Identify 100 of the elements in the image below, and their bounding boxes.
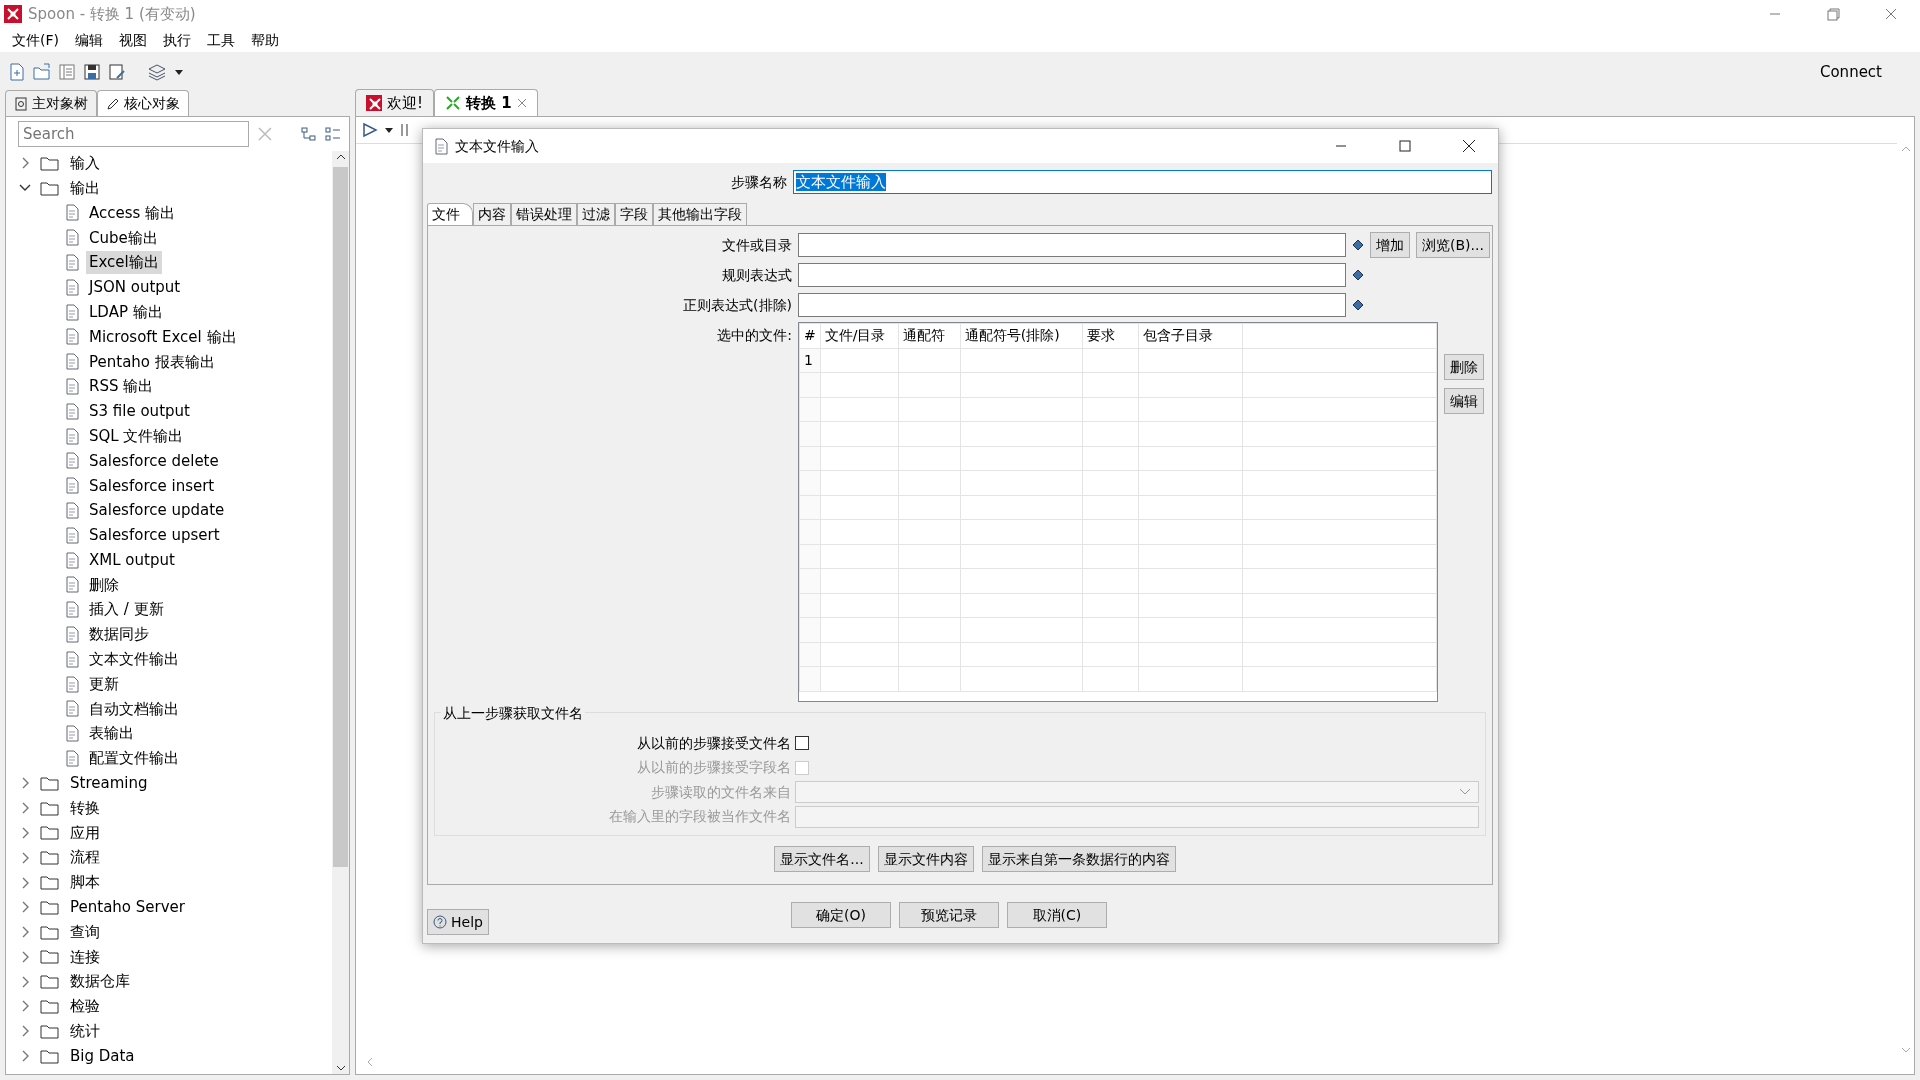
tree-item[interactable]: Big Data — [67, 1044, 138, 1068]
save-icon[interactable] — [83, 63, 101, 81]
menu-item[interactable]: 视图 — [111, 29, 155, 51]
tree-item[interactable]: 转换 — [67, 796, 103, 820]
search-field[interactable]: Search — [18, 121, 250, 147]
connect-button[interactable]: Connect — [1819, 60, 1882, 84]
browse-button[interactable]: 浏览(B)... — [1416, 232, 1490, 258]
pencil-icon — [106, 96, 120, 111]
scrollbar-thumb[interactable] — [333, 167, 348, 867]
text-field[interactable] — [798, 263, 1346, 287]
show-button[interactable]: 显示文件名... — [774, 846, 870, 872]
tree-item[interactable]: Streaming — [67, 772, 151, 795]
tree-item[interactable]: 表输出 — [86, 722, 137, 745]
layers-icon[interactable] — [147, 63, 167, 81]
dialog-tab[interactable]: 内容 — [473, 203, 511, 225]
folder-icon — [40, 824, 59, 842]
tree-item[interactable]: 删除 — [86, 573, 122, 597]
checkbox[interactable] — [795, 736, 809, 751]
table-action-button[interactable]: 删除 — [1444, 354, 1484, 380]
folder-icon — [40, 973, 59, 991]
field-label: 文件或目录 — [721, 235, 793, 255]
menu-item[interactable]: 执行 — [155, 29, 199, 51]
panel-tab[interactable]: 主对象树 — [5, 90, 97, 116]
table-action-button[interactable]: 编辑 — [1444, 388, 1484, 414]
tree-item[interactable]: SQL 文件输出 — [86, 424, 187, 448]
dialog-button[interactable]: 预览记录 — [898, 902, 999, 928]
step-name-field[interactable]: 文本文件输入 — [793, 170, 1492, 194]
editor-tab[interactable]: 欢迎! — [355, 88, 434, 116]
document-icon — [64, 502, 80, 520]
dialog-button[interactable]: 取消(C) — [1006, 902, 1107, 928]
tree-item[interactable]: S3 file output — [86, 400, 193, 423]
tree-item[interactable]: Salesforce upsert — [86, 524, 223, 547]
column-header: 包含子目录 — [1138, 323, 1243, 348]
tree-item[interactable]: 查询 — [67, 920, 103, 944]
dialog-tab[interactable]: 其他输出字段 — [653, 203, 747, 225]
tree-item[interactable]: 插入 / 更新 — [86, 598, 167, 621]
tree-item[interactable]: 统计 — [67, 1020, 103, 1043]
hierarchy-icon[interactable] — [301, 126, 318, 142]
tree-item[interactable]: 连接 — [67, 945, 103, 969]
folder-icon — [40, 1022, 59, 1040]
show-button[interactable]: 显示文件内容 — [877, 846, 974, 872]
tree-item[interactable]: JSON output — [86, 276, 184, 299]
play-icon[interactable] — [362, 122, 378, 138]
tree-item[interactable]: 检验 — [67, 995, 103, 1018]
tree-item[interactable]: Cube输出 — [86, 226, 161, 250]
field-label: 步骤读取的文件名来自 — [650, 782, 792, 802]
document-icon — [64, 576, 80, 594]
menu-item[interactable]: 帮助 — [243, 29, 287, 51]
editor-tab[interactable]: 转换 1 — [434, 88, 538, 116]
transform-icon — [445, 94, 461, 111]
tree-item[interactable]: Salesforce insert — [86, 474, 218, 497]
app-logo-icon — [366, 94, 382, 111]
tree-item[interactable]: 数据同步 — [86, 623, 152, 646]
folder-icon — [40, 179, 59, 197]
panel-tab[interactable]: 核心对象 — [97, 90, 189, 116]
document-icon — [64, 601, 80, 619]
tree-item[interactable]: Access 输出 — [86, 201, 179, 225]
tree-item[interactable]: XML output — [86, 548, 178, 572]
show-button[interactable]: 显示来自第一条数据行的内容 — [981, 846, 1176, 872]
tree-item[interactable]: LDAP 输出 — [86, 300, 166, 324]
tree-item[interactable]: Microsoft Excel 输出 — [86, 325, 240, 349]
dialog-title: 文本文件输入 — [455, 136, 539, 156]
folder-icon — [40, 923, 59, 941]
tree-item[interactable]: RSS 输出 — [86, 375, 157, 398]
document-icon — [64, 650, 80, 668]
list-icon[interactable] — [58, 63, 76, 81]
folder-icon — [40, 774, 59, 792]
menu-item[interactable]: 工具 — [199, 29, 243, 51]
tree-item[interactable]: Excel输出 — [86, 251, 162, 274]
tree-item[interactable]: 文本文件输出 — [86, 648, 182, 671]
tree-item[interactable]: Pentaho Server — [67, 896, 188, 919]
menu-item[interactable]: 文件(F) — [4, 29, 67, 51]
tree-item[interactable]: 自动文档输出 — [86, 697, 182, 721]
dialog-button[interactable]: 确定(O) — [790, 902, 891, 928]
tree-item[interactable]: Salesforce update — [86, 499, 228, 522]
tree-item[interactable]: 脚本 — [67, 871, 103, 894]
new-file-icon[interactable] — [8, 63, 26, 81]
text-field[interactable] — [798, 233, 1346, 257]
tree-item[interactable]: 输出 — [67, 176, 103, 200]
tree-item[interactable]: 流程 — [67, 846, 103, 869]
dialog-tab[interactable]: 过滤 — [577, 203, 615, 225]
list-view-icon[interactable] — [325, 126, 341, 142]
tree-item[interactable]: 数据仓库 — [67, 970, 133, 993]
save-as-icon[interactable] — [108, 63, 126, 81]
dialog-tab[interactable]: 字段 — [615, 203, 653, 225]
add-button[interactable]: 增加 — [1370, 232, 1410, 258]
tree-item[interactable]: 配置文件输出 — [86, 747, 182, 770]
pause-icon[interactable] — [400, 122, 410, 138]
tree-item[interactable]: Pentaho 报表输出 — [86, 350, 218, 373]
dialog-tab[interactable]: 文件 — [427, 203, 473, 225]
folder-icon — [40, 874, 59, 891]
help-button[interactable]: Help — [427, 909, 489, 935]
dialog-tab[interactable]: 错误处理 — [511, 203, 577, 225]
tree-item[interactable]: Salesforce delete — [86, 449, 222, 473]
text-field[interactable] — [798, 293, 1346, 317]
open-folder-icon[interactable] — [33, 63, 51, 81]
tree-item[interactable]: 输入 — [67, 152, 103, 175]
tree-item[interactable]: 应用 — [67, 821, 103, 845]
menu-item[interactable]: 编辑 — [67, 29, 111, 51]
tree-item[interactable]: 更新 — [86, 672, 122, 696]
